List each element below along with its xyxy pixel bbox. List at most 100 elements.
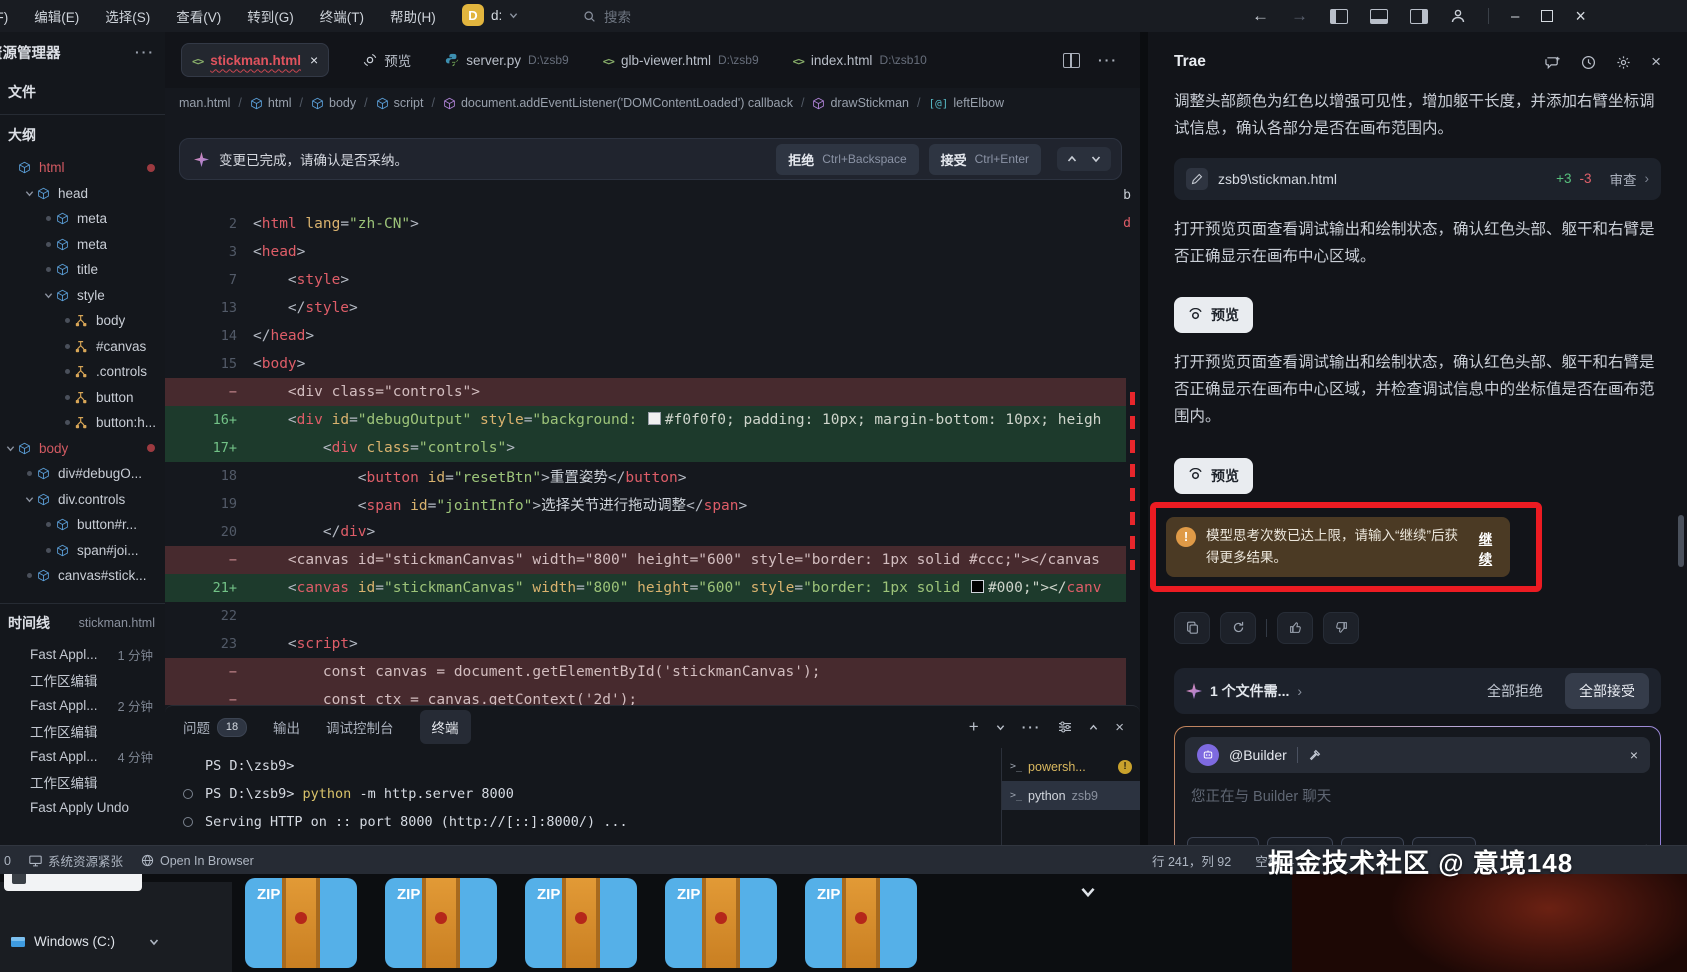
close-panel-icon[interactable]: ×	[1651, 52, 1661, 72]
chevron-down-icon[interactable]	[996, 723, 1005, 732]
code-line[interactable]: − <div class="controls">	[165, 378, 1126, 406]
timeline-item[interactable]: Fast Appl...4 分钟	[0, 744, 165, 770]
regenerate-icon[interactable]	[1220, 612, 1256, 644]
breadcrumb-item[interactable]: man.html	[179, 96, 230, 110]
breadcrumb-item[interactable]: body	[311, 96, 356, 110]
preview-button[interactable]: 预览	[1174, 458, 1253, 494]
section-files[interactable]: 文件	[0, 72, 165, 112]
reject-button[interactable]: 拒绝Ctrl+Backspace	[776, 144, 918, 175]
timeline-item[interactable]: 工作区编辑	[0, 718, 165, 744]
account-icon[interactable]	[1450, 8, 1466, 24]
menu-item-4[interactable]: 转到(G)	[247, 6, 294, 26]
zip-file-icon[interactable]: ZIP	[805, 878, 917, 968]
code-line[interactable]: − <canvas id="stickmanCanvas" width="800…	[165, 546, 1126, 574]
menu-item-0[interactable]: 文件(F)	[0, 6, 8, 26]
timeline-item[interactable]: Fast Apply Undo	[0, 795, 165, 821]
split-editor-icon[interactable]	[1063, 53, 1080, 68]
tab-server.py[interactable]: server.pyD:\zsb9	[445, 53, 568, 68]
outline-item-style[interactable]: style	[0, 283, 165, 309]
close-tab-icon[interactable]: ×	[310, 52, 318, 68]
menu-item-6[interactable]: 帮助(H)	[390, 6, 436, 26]
tab-glbviewer.html[interactable]: <>glb-viewer.htmlD:\zsb9	[603, 53, 759, 68]
status-item-right-0[interactable]: 行 241，列 92	[1152, 851, 1231, 870]
new-chat-icon[interactable]	[1545, 55, 1561, 70]
forward-arrow-icon[interactable]: →	[1291, 6, 1308, 26]
reject-all-button[interactable]: 全部拒绝	[1487, 681, 1543, 701]
timeline-item[interactable]: Fast Appl...2 分钟	[0, 693, 165, 719]
panel-tab-2[interactable]: 调试控制台	[326, 717, 394, 737]
more-icon[interactable]: ···	[1022, 720, 1042, 735]
panel-tab-3[interactable]: 终端	[420, 710, 471, 744]
outline-item-div#debugO...[interactable]: div#debugO...	[0, 461, 165, 487]
code-line[interactable]: − const ctx = canvas.getContext('2d');	[165, 686, 1126, 705]
chevron-down-icon[interactable]	[1091, 154, 1101, 164]
ellipsis-icon[interactable]: ···	[135, 44, 155, 60]
menu-item-3[interactable]: 查看(V)	[176, 6, 221, 26]
file-change-card[interactable]: zsb9\stickman.html +3 -3 审查 ›	[1174, 158, 1661, 200]
maximize-button[interactable]	[1541, 10, 1553, 22]
outline-item-head[interactable]: head	[0, 181, 165, 207]
code-line[interactable]: 17+ <div class="controls">	[165, 434, 1126, 462]
code-line[interactable]: 22	[165, 602, 1126, 630]
layout-bottom-icon[interactable]	[1370, 9, 1388, 24]
layout-left-icon[interactable]	[1330, 9, 1348, 24]
timeline-header[interactable]: 时间线 stickman.html	[0, 603, 165, 642]
code-line[interactable]: 14</head>	[165, 322, 1126, 350]
accept-all-button[interactable]: 全部接受	[1565, 673, 1649, 709]
layout-right-icon[interactable]	[1410, 9, 1428, 24]
code-line[interactable]: 20 </div>	[165, 518, 1126, 546]
accept-button[interactable]: 接受Ctrl+Enter	[929, 144, 1041, 175]
code-line[interactable]: 3<head>	[165, 238, 1126, 266]
close-button[interactable]: ×	[1575, 6, 1586, 27]
zip-file-icon[interactable]: ZIP	[245, 878, 357, 968]
tab-index.html[interactable]: <>index.htmlD:\zsb10	[793, 53, 927, 68]
outline-item-body[interactable]: body	[0, 308, 165, 334]
breadcrumb-item[interactable]: html	[250, 96, 292, 110]
outline-item-button#r...[interactable]: button#r...	[0, 512, 165, 538]
outline-item-button[interactable]: button	[0, 385, 165, 411]
breadcrumb-item[interactable]: script	[376, 96, 424, 110]
terminal-session-0[interactable]: >_powersh...!	[1002, 752, 1140, 781]
code-line[interactable]: 2<html lang="zh-CN">	[165, 210, 1126, 238]
minimize-button[interactable]: –	[1511, 8, 1519, 25]
outline-item-span#joi...[interactable]: span#joi...	[0, 538, 165, 564]
workspace-switcher[interactable]: D d:	[462, 4, 518, 26]
code-line[interactable]: 18 <button id="resetBtn">重置姿势</button>	[165, 462, 1126, 490]
filter-icon[interactable]	[1058, 721, 1072, 733]
status-item-1[interactable]: 系统资源紧张	[29, 851, 123, 870]
status-item-2[interactable]: Open In Browser	[141, 854, 254, 868]
code-line[interactable]: − const canvas = document.getElementById…	[165, 658, 1126, 686]
timeline-item[interactable]: 工作区编辑	[0, 769, 165, 795]
code-line[interactable]: 15<body>	[165, 350, 1126, 378]
breadcrumb-item[interactable]: document.addEventListener('DOMContentLoa…	[443, 96, 793, 110]
close-panel-icon[interactable]: ×	[1115, 719, 1124, 736]
gear-icon[interactable]	[1616, 55, 1631, 70]
code-line[interactable]: 19 <span id="jointInfo">选择关节进行拖动调整</span…	[165, 490, 1126, 518]
collapse-panel-icon[interactable]	[1089, 723, 1098, 732]
breadcrumb-item[interactable]: [@]leftElbow	[928, 96, 1004, 110]
code-line[interactable]: 7 <style>	[165, 266, 1126, 294]
overview-ruler[interactable]: b d	[1126, 118, 1140, 705]
outline-item-html[interactable]: html	[0, 155, 165, 181]
preview-button[interactable]: 预览	[1174, 297, 1253, 333]
tab-[interactable]: 预览	[363, 50, 411, 70]
continue-link[interactable]: 继续	[1479, 528, 1500, 568]
zip-file-icon[interactable]: ZIP	[665, 878, 777, 968]
timeline-item[interactable]: Fast Appl...1 分钟	[0, 642, 165, 668]
code-line[interactable]: 21+ <canvas id="stickmanCanvas" width="8…	[165, 574, 1126, 602]
scrollbar-thumb[interactable]	[1678, 515, 1684, 567]
outline-item-buttonh...[interactable]: button:h...	[0, 410, 165, 436]
menu-item-5[interactable]: 终端(T)	[320, 6, 364, 26]
review-link[interactable]: 审查	[1610, 169, 1637, 189]
terminal-session-1[interactable]: >_pythonzsb9	[1002, 781, 1140, 810]
outline-item-#canvas[interactable]: #canvas	[0, 334, 165, 360]
outline-item-meta[interactable]: meta	[0, 232, 165, 258]
menu-item-2[interactable]: 选择(S)	[105, 6, 150, 26]
agent-name[interactable]: @Builder	[1229, 747, 1287, 763]
add-terminal-icon[interactable]: +	[969, 717, 979, 737]
outline-item-.controls[interactable]: .controls	[0, 359, 165, 385]
tab-stickman.html[interactable]: <>stickman.html×	[181, 43, 329, 77]
drive-item[interactable]: Windows (C:)	[10, 934, 159, 949]
panel-tab-0[interactable]: 问题18	[183, 717, 247, 737]
menu-item-1[interactable]: 编辑(E)	[34, 6, 79, 26]
